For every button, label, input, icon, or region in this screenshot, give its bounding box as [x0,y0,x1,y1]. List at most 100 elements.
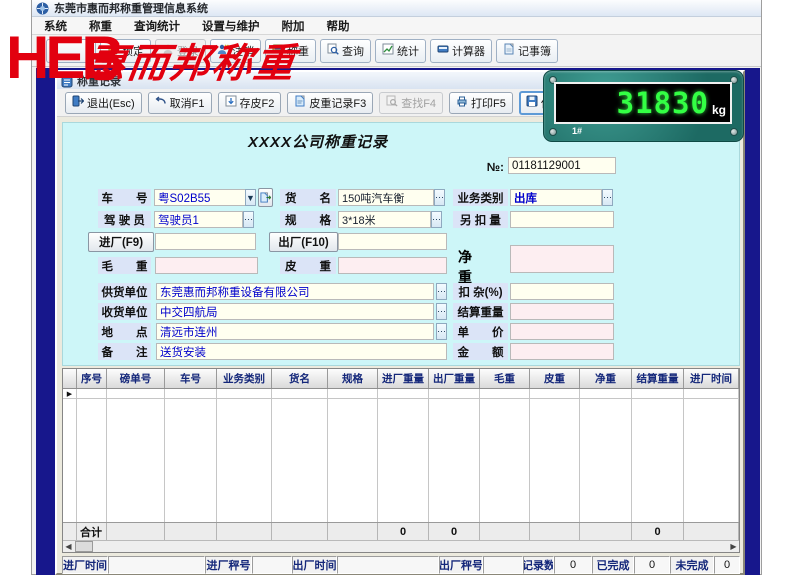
status-label-completed: 已完成 [592,556,634,574]
grid-col-in-time[interactable]: 进厂时间 [684,369,739,388]
grid-col-gross[interactable]: 毛重 [480,369,530,388]
toolbar-button-query-label: 查询 [342,43,364,59]
screw-icon [549,128,557,136]
spec-input[interactable]: 3*18米 [338,211,431,228]
toolbar-button-lock[interactable]: 锁定 [100,39,151,63]
toolbar-button-logout[interactable]: 注销 [210,39,261,63]
grid-total-settle: 0 [632,523,684,540]
goods-label: 货 名 [280,189,336,206]
menu-item-query-statistics[interactable]: 查询统计 [134,18,180,34]
tare-weight-input[interactable] [338,257,447,274]
in-weight-input[interactable] [155,233,256,250]
tare-records-button[interactable]: 皮重记录F3 [287,92,373,114]
amount-input[interactable] [510,343,614,360]
toolbar-button-calculator[interactable]: 计算器 [430,39,492,63]
place-lookup-button[interactable]: ⋯ [436,323,447,340]
grid-col-out-weight[interactable]: 出厂重量 [429,369,480,388]
undo-icon [155,95,167,110]
deduct-pct-input[interactable] [510,283,614,300]
supplier-lookup-button[interactable]: ⋯ [436,283,447,300]
goods-input[interactable]: 150吨汽车衡 [338,189,434,206]
find-button[interactable]: 查找F4 [379,92,443,114]
toolbar-button-query[interactable]: 查询 [320,39,371,63]
exit-icon [72,95,84,110]
grid-col-net[interactable]: 净重 [580,369,632,388]
menu-item-settings-maintenance[interactable]: 设置与维护 [202,18,260,34]
weight-lcd-display: 31830 kg [554,82,732,124]
serial-no-input[interactable]: 01181129001 [508,157,616,174]
goods-lookup-button[interactable]: ⋯ [434,189,445,206]
status-value-uncompleted: 0 [714,556,740,574]
extra-deduct-input[interactable] [510,211,614,228]
login-icon [162,43,174,58]
toolbar-button-weighing[interactable]: 称重 [265,39,316,63]
in-weight-button[interactable]: 进厂(F9) [88,232,154,252]
toolbar-button-statistics[interactable]: 统计 [375,39,426,63]
print-button[interactable]: 打印F5 [449,92,513,114]
window-title: 东莞市惠而邦称重管理信息系统 [54,0,208,16]
tare-records-button-label: 皮重记录F3 [309,95,366,111]
status-label-in-time: 进厂时间 [62,556,108,574]
exit-button[interactable]: 退出(Esc) [65,92,142,114]
net-weight-input[interactable] [510,245,614,273]
app-logo-icon [36,2,49,15]
out-weight-button[interactable]: 出厂(F10) [269,232,338,252]
grid-col-goods[interactable]: 货名 [272,369,328,388]
table-row[interactable]: ▶ [63,389,739,399]
grid-col-spec[interactable]: 规格 [328,369,378,388]
child-status-bar: 进厂时间 进厂秤号 出厂时间 出厂秤号 记录数 0 已完成 0 未完成 0 [62,556,740,574]
menu-item-addon[interactable]: 附加 [282,18,305,34]
grid-total-spec [328,523,378,540]
cancel-button-label: 取消F1 [170,95,205,111]
toolbar-button-login-label: 登录 [177,43,199,59]
unit-price-input[interactable] [510,323,614,340]
grid-col-plate[interactable]: 车号 [165,369,217,388]
scroll-right-arrow-icon[interactable]: ▶ [728,542,739,551]
chevron-down-icon[interactable]: ▼ [245,189,256,206]
screw-icon [730,128,738,136]
spec-lookup-button[interactable]: ⋯ [431,211,442,228]
receiver-lookup-button[interactable]: ⋯ [436,303,447,320]
scroll-left-arrow-icon[interactable]: ◀ [63,542,74,551]
export-icon[interactable] [258,188,273,207]
receiver-input[interactable]: 中交四航局 [156,303,434,320]
notebook-icon [503,43,515,58]
weighing-record-window: 称重记录 退出(Esc) 取消F1 [55,70,745,575]
supplier-input[interactable]: 东莞惠而邦称重设备有限公司 [156,283,434,300]
save-tare-button-label: 存皮F2 [240,95,275,111]
print-icon [456,95,468,110]
mdi-client-area: 称重记录 退出(Esc) 取消F1 [36,68,760,575]
cancel-button[interactable]: 取消F1 [148,92,212,114]
biz-type-input[interactable]: 出库 [510,189,602,206]
gross-weight-input[interactable] [155,257,258,274]
out-weight-input[interactable] [338,233,447,250]
scrollbar-thumb[interactable] [75,541,93,552]
place-input[interactable]: 清远市连州 [156,323,434,340]
toolbar-button-notebook[interactable]: 记事簿 [496,39,558,63]
driver-lookup-button[interactable]: ⋯ [243,211,254,228]
menu-item-weighing[interactable]: 称重 [89,18,112,34]
status-label-uncompleted: 未完成 [670,556,714,574]
record-icon [61,75,73,87]
remark-input[interactable]: 送货安装 [156,343,447,360]
weight-value: 31830 [617,89,709,118]
grid-col-settle[interactable]: 结算重量 [632,369,684,388]
plate-input[interactable]: 粤S02B55 [154,189,246,206]
save-tare-button[interactable]: 存皮F2 [218,92,282,114]
driver-input[interactable]: 驾驶员1 [154,211,243,228]
toolbar-button-login[interactable]: 登录 [155,39,206,63]
grid-total-gross [480,523,530,540]
grid-col-tare[interactable]: 皮重 [530,369,580,388]
toolbar-button-obscured[interactable] [46,39,96,63]
tare-records-icon [294,95,306,110]
menu-item-system[interactable]: 系统 [44,18,67,34]
grid-total-in-weight: 0 [378,523,429,540]
menu-item-help[interactable]: 帮助 [327,18,350,34]
grid-horizontal-scrollbar[interactable]: ◀ ▶ [63,540,739,552]
grid-col-in-weight[interactable]: 进厂重量 [378,369,429,388]
settle-weight-input[interactable] [510,303,614,320]
grid-col-seq[interactable]: 序号 [77,369,107,388]
grid-col-biz-type[interactable]: 业务类别 [217,369,272,388]
biz-type-lookup-button[interactable]: ⋯ [602,189,613,206]
grid-col-ticket-no[interactable]: 磅单号 [107,369,165,388]
